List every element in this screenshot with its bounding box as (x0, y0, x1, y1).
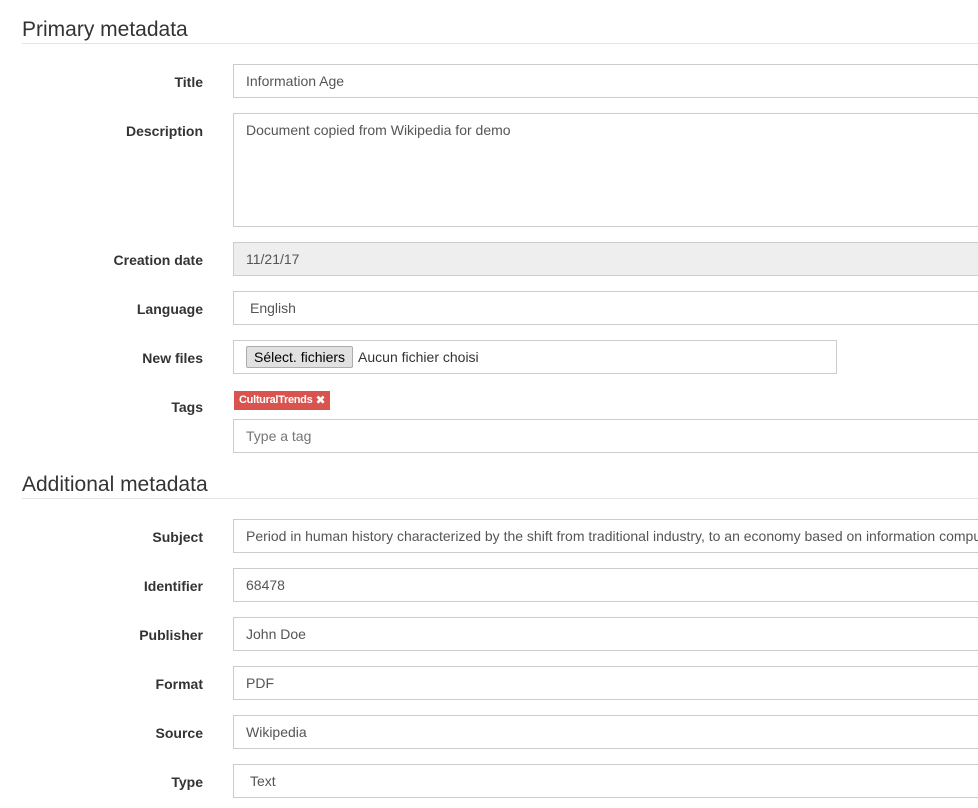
identifier-label: Identifier (143, 578, 203, 594)
file-status-text: Aucun fichier choisi (358, 349, 479, 365)
format-input[interactable] (233, 666, 978, 700)
times-icon[interactable]: ✖ (315, 391, 325, 410)
language-label: Language (136, 301, 203, 317)
type-selected-value: Text (250, 773, 276, 789)
creation-date-input (233, 242, 978, 276)
type-select[interactable]: Text (233, 764, 978, 798)
tag-input[interactable] (233, 419, 978, 453)
title-input[interactable] (233, 64, 978, 98)
creation-date-label: Creation date (113, 252, 203, 268)
title-label: Title (174, 74, 203, 90)
description-label: Description (125, 123, 203, 139)
file-input[interactable]: Sélect. fichiers Aucun fichier choisi (233, 340, 837, 374)
subject-label: Subject (152, 529, 203, 545)
tag-badge: CulturalTrends ✖ (234, 391, 331, 410)
select-files-button[interactable]: Sélect. fichiers (246, 346, 354, 368)
format-label: Format (155, 676, 203, 692)
tags-label: Tags (171, 399, 203, 415)
identifier-input[interactable] (233, 568, 978, 602)
primary-metadata-heading: Primary metadata (22, 18, 188, 41)
source-label: Source (155, 725, 203, 741)
type-label: Type (171, 774, 203, 790)
publisher-label: Publisher (139, 627, 203, 643)
subject-input[interactable] (233, 519, 978, 553)
additional-metadata-divider (22, 498, 978, 499)
metadata-form: Primary metadata Title Description Docum… (0, 0, 978, 808)
additional-metadata-heading: Additional metadata (22, 473, 208, 496)
source-input[interactable] (233, 715, 978, 749)
publisher-input[interactable] (233, 617, 978, 651)
tag-label: CulturalTrends (239, 394, 313, 406)
primary-metadata-divider (22, 43, 978, 44)
language-select[interactable]: English (233, 291, 978, 325)
new-files-label: New files (142, 350, 203, 366)
language-selected-value: English (250, 300, 296, 316)
description-textarea[interactable]: Document copied from Wikipedia for demo (233, 113, 978, 227)
